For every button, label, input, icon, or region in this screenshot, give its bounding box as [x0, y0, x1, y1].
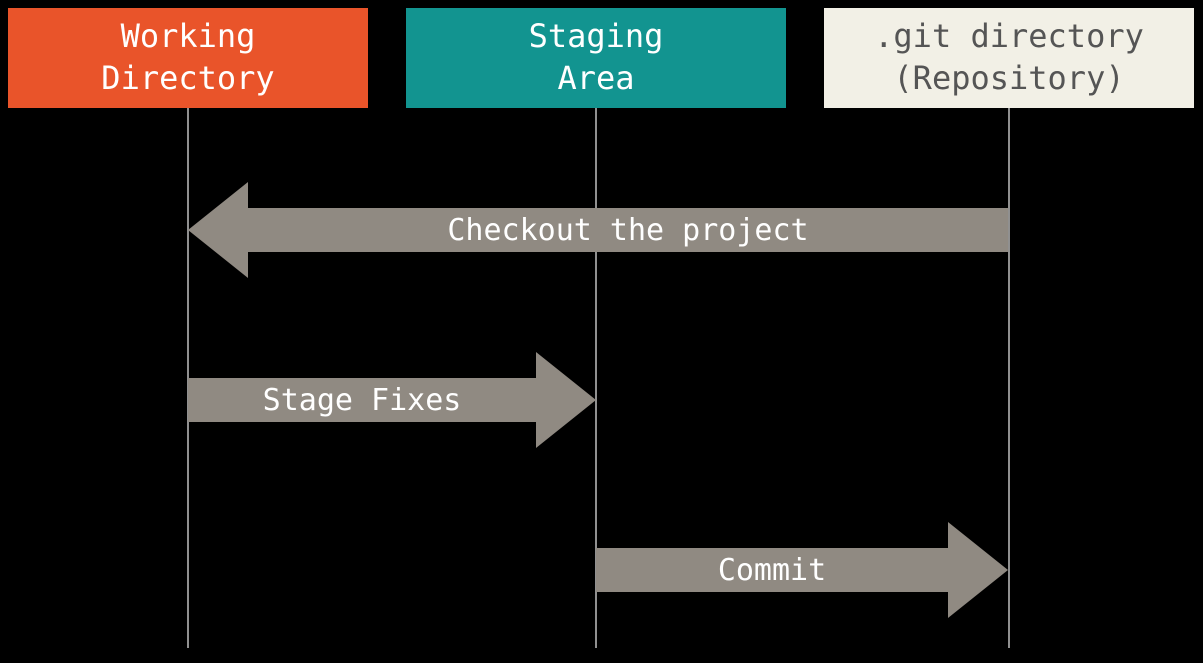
arrow-checkout-label: Checkout the project	[447, 213, 808, 248]
arrow-commit-label: Commit	[718, 553, 826, 588]
column-header-repo-line2: (Repository)	[893, 58, 1124, 100]
column-header-working-line1: Working	[121, 16, 256, 58]
column-header-staging-line1: Staging	[529, 16, 664, 58]
column-header-repo-line1: .git directory	[874, 16, 1144, 58]
lifeline-repo	[1008, 108, 1010, 648]
arrow-stage: Stage Fixes	[188, 378, 536, 422]
arrow-commit: Commit	[596, 548, 948, 592]
column-header-working: Working Directory	[8, 8, 368, 108]
column-header-staging: Staging Area	[406, 8, 786, 108]
column-header-working-line2: Directory	[101, 58, 274, 100]
column-header-repo: .git directory (Repository)	[824, 8, 1194, 108]
arrow-stage-label: Stage Fixes	[263, 383, 462, 418]
column-header-staging-line2: Area	[557, 58, 634, 100]
arrow-checkout: Checkout the project	[248, 208, 1008, 252]
